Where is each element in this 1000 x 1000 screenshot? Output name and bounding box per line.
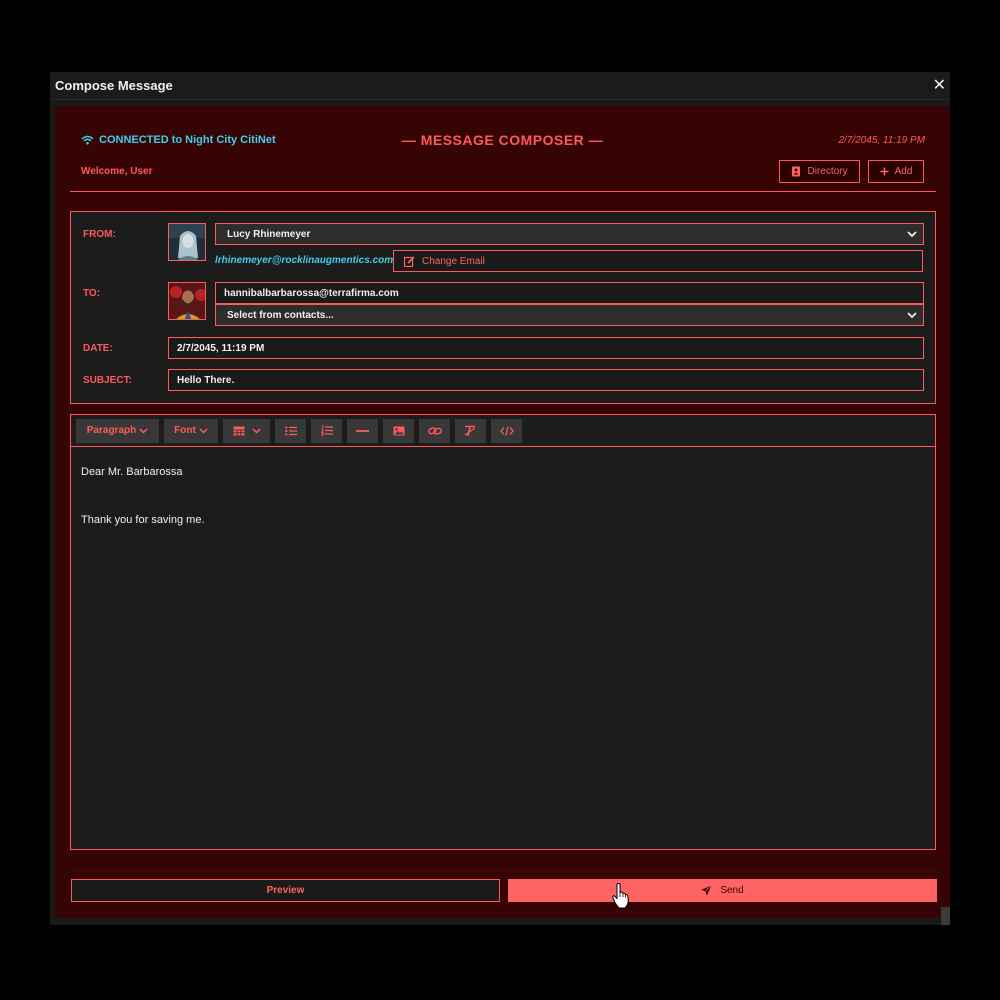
numbered-list-icon bbox=[320, 425, 333, 436]
message-editor: Paragraph Font Dear Mr. Barbarossa Thank… bbox=[70, 414, 936, 850]
header-divider bbox=[70, 191, 936, 192]
sender-avatar bbox=[168, 223, 206, 261]
chevron-down-icon bbox=[251, 427, 261, 434]
subject-input[interactable]: Hello There. bbox=[168, 369, 924, 391]
source-code-button[interactable] bbox=[491, 418, 522, 443]
welcome-text: Welcome, User bbox=[81, 166, 153, 177]
horizontal-rule-button[interactable] bbox=[347, 418, 378, 443]
bullet-list-icon bbox=[284, 425, 297, 436]
preview-label: Preview bbox=[266, 885, 305, 896]
to-input[interactable]: hannibalbarbarossa@terrafirma.com bbox=[215, 282, 924, 304]
body-line-greeting: Dear Mr. Barbarossa bbox=[81, 466, 183, 478]
title-bar[interactable]: Compose Message ✕ bbox=[50, 72, 950, 100]
body-line-message: Thank you for saving me. bbox=[81, 514, 205, 526]
clear-formatting-button[interactable] bbox=[455, 418, 486, 443]
add-button[interactable]: Add bbox=[868, 160, 924, 183]
footer-divider bbox=[70, 870, 936, 871]
composer-panel: CONNECTED to Night City CitiNet — MESSAG… bbox=[55, 106, 950, 918]
chevron-down-icon bbox=[199, 427, 208, 434]
close-icon[interactable]: ✕ bbox=[933, 77, 946, 94]
send-label: Send bbox=[720, 885, 744, 896]
numbered-list-button[interactable] bbox=[311, 418, 342, 443]
table-icon bbox=[233, 426, 244, 435]
font-button[interactable]: Font bbox=[164, 418, 218, 443]
chevron-down-icon bbox=[139, 427, 148, 434]
font-label: Font bbox=[174, 425, 196, 436]
sender-email[interactable]: lrhinemeyer@rocklinaugmentics.com bbox=[215, 255, 393, 266]
editor-toolbar: Paragraph Font bbox=[71, 415, 935, 447]
address-book-icon bbox=[792, 166, 801, 177]
link-icon bbox=[427, 426, 442, 435]
add-label: Add bbox=[894, 166, 913, 177]
contacts-placeholder: Select from contacts... bbox=[227, 309, 334, 321]
paper-plane-icon bbox=[701, 885, 713, 896]
window-title: Compose Message bbox=[55, 78, 173, 93]
message-form: FROM: Lucy Rhinemeyer lrhinemeyer@rockli… bbox=[70, 211, 936, 404]
directory-button[interactable]: Directory bbox=[779, 160, 860, 183]
table-button[interactable] bbox=[223, 418, 270, 443]
from-label: FROM: bbox=[83, 229, 116, 240]
to-label: TO: bbox=[83, 288, 101, 299]
clear-formatting-icon bbox=[464, 425, 476, 436]
bullet-list-button[interactable] bbox=[275, 418, 306, 443]
message-body[interactable]: Dear Mr. Barbarossa Thank you for saving… bbox=[71, 447, 935, 545]
compose-window: Compose Message ✕ CONNECTED to Night Cit… bbox=[50, 72, 950, 925]
from-select[interactable]: Lucy Rhinemeyer bbox=[215, 223, 924, 245]
image-icon bbox=[393, 426, 404, 435]
from-name: Lucy Rhinemeyer bbox=[227, 228, 311, 240]
recipient-avatar bbox=[168, 282, 206, 320]
change-email-button[interactable]: Change Email bbox=[393, 250, 923, 272]
paragraph-label: Paragraph bbox=[86, 425, 137, 436]
composer-title: — MESSAGE COMPOSER — bbox=[401, 132, 604, 148]
date-label: DATE: bbox=[83, 343, 113, 354]
plus-icon bbox=[880, 167, 889, 176]
contacts-select[interactable]: Select from contacts... bbox=[215, 304, 924, 326]
subject-label: SUBJECT: bbox=[83, 375, 132, 386]
chevron-down-icon bbox=[907, 230, 917, 237]
code-icon bbox=[499, 425, 514, 436]
header-datetime: 2/7/2045, 11:19 PM bbox=[838, 135, 925, 146]
edit-icon bbox=[404, 255, 415, 267]
change-email-label: Change Email bbox=[422, 255, 485, 267]
paragraph-format-button[interactable]: Paragraph bbox=[76, 418, 159, 443]
send-button[interactable]: Send bbox=[508, 879, 937, 902]
insert-link-button[interactable] bbox=[419, 418, 450, 443]
chevron-down-icon bbox=[907, 311, 917, 318]
preview-button[interactable]: Preview bbox=[71, 879, 500, 902]
date-input[interactable]: 2/7/2045, 11:19 PM bbox=[168, 337, 924, 359]
directory-label: Directory bbox=[807, 166, 848, 177]
hand-cursor-icon bbox=[612, 882, 630, 914]
resize-grip[interactable] bbox=[941, 907, 950, 925]
insert-image-button[interactable] bbox=[383, 418, 414, 443]
horizontal-rule-icon bbox=[356, 429, 369, 432]
